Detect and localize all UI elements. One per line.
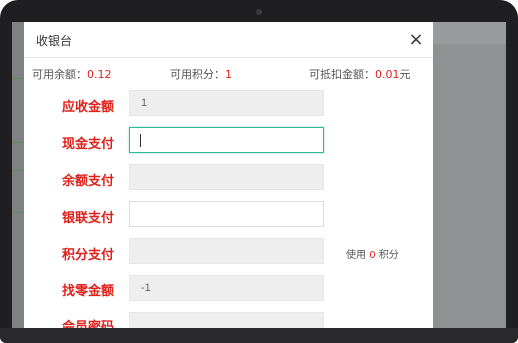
- change-amount-field: -1: [129, 275, 324, 301]
- available-balance-value: 0.12: [87, 68, 112, 81]
- available-balance: 可用余额：0.12: [32, 66, 112, 82]
- bg-row: [12, 212, 24, 213]
- bg-row: [12, 78, 24, 79]
- change-amount-label: 找零金额: [61, 284, 114, 299]
- bg-row: [12, 170, 24, 171]
- unionpay-payment-input[interactable]: [129, 201, 324, 227]
- background-panel: [433, 44, 506, 328]
- points-payment-input: [129, 238, 324, 264]
- deductible-amount-unit: 元: [399, 68, 411, 81]
- cash-payment-label: 现金支付: [61, 137, 114, 152]
- balance-payment-input: [129, 164, 324, 190]
- background-panel-top: [433, 22, 506, 44]
- close-icon[interactable]: ×: [405, 29, 427, 51]
- available-points: 可用积分：1: [170, 66, 232, 82]
- modal-title: 收银台: [36, 34, 73, 48]
- modal-header: 收银台 ×: [24, 22, 433, 58]
- webcam: [256, 9, 262, 15]
- points-usage-prefix: 使用: [346, 250, 366, 261]
- deductible-amount-label: 可抵扣金额：: [309, 68, 375, 81]
- receivable-field: 1: [129, 90, 324, 116]
- balance-payment-label: 余额支付: [61, 174, 114, 189]
- laptop-frame: 收银台 × 可用余额：0.12 可用积分：1 可抵扣金额：0.01元 应收金额 …: [0, 0, 518, 343]
- available-points-label: 可用积分：: [170, 68, 225, 81]
- unionpay-payment-label: 银联支付: [61, 211, 114, 226]
- available-points-value: 1: [225, 68, 232, 81]
- receivable-label: 应收金额: [61, 100, 114, 115]
- deductible-amount: 可抵扣金额：0.01元: [309, 66, 411, 82]
- cash-payment-input[interactable]: [129, 127, 324, 153]
- cashier-modal: 收银台 × 可用余额：0.12 可用积分：1 可抵扣金额：0.01元 应收金额 …: [24, 22, 433, 328]
- member-password-label: 会员密码: [61, 320, 114, 328]
- points-payment-label: 积分支付: [61, 248, 114, 263]
- member-password-input[interactable]: [129, 312, 324, 328]
- points-usage-note: 使用 0 积分: [346, 246, 399, 261]
- available-balance-label: 可用余额：: [32, 68, 87, 81]
- screen: 收银台 × 可用余额：0.12 可用积分：1 可抵扣金额：0.01元 应收金额 …: [12, 22, 506, 328]
- laptop-base: [0, 328, 518, 343]
- points-usage-value: 0: [369, 250, 376, 261]
- deductible-amount-value: 0.01: [375, 68, 400, 81]
- points-usage-suffix: 积分: [378, 250, 399, 261]
- bg-row: [12, 142, 24, 143]
- text-caret: [140, 134, 141, 147]
